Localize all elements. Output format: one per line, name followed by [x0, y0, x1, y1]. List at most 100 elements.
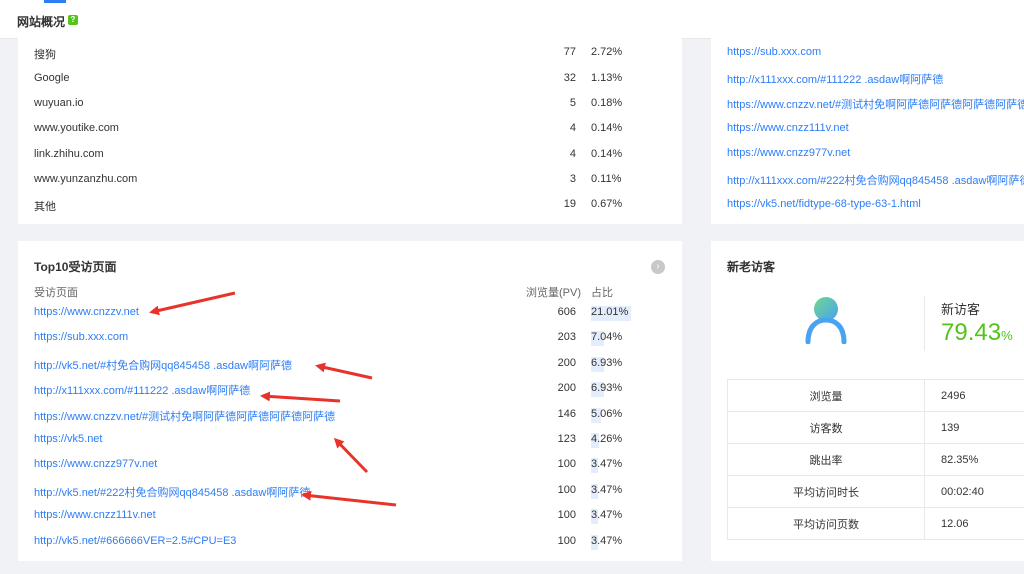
referrer-name: wuyuan.io [34, 97, 84, 109]
user-avatar-icon [805, 297, 847, 344]
top10-pct: 3.47% [591, 483, 623, 496]
referrer-row: 其他 19 0.67% [18, 198, 682, 214]
top10-pv: 123 [557, 433, 576, 445]
top10-page-link[interactable]: https://www.cnzz977v.net [34, 458, 157, 470]
top10-pct: 6.93% [591, 382, 623, 395]
referrer-count: 4 [569, 122, 576, 134]
top10-page-link[interactable]: https://vk5.net [34, 433, 102, 445]
referrer-pct: 0.67% [591, 198, 623, 210]
top10-pages-panel: Top10受访页面 › 受访页面 浏览量(PV) 占比 https://www.… [18, 241, 682, 561]
stat-value: 82.35% [924, 443, 1024, 476]
top10-row: https://www.cnzzv.net 606 21.01% [18, 306, 682, 322]
url-link[interactable]: https://www.cnzzv.net/#测试村免啊阿萨德阿萨德阿萨德阿萨德 [727, 96, 1024, 112]
url-list-panel: https://sub.xxx.com http://x111xxx.com/#… [711, 38, 1024, 224]
stats-row: 平均访问时长 00:02:40 [727, 475, 1024, 508]
top10-page-link[interactable]: https://www.cnzzv.net [34, 306, 139, 318]
top10-row: http://vk5.net/#222村免合购网qq845458 .asdaw啊… [18, 483, 682, 500]
top10-page-link[interactable]: http://x111xxx.com/#111222 .asdaw啊阿萨德 [34, 382, 250, 398]
referrer-name: Google [34, 72, 70, 84]
referrer-count: 19 [563, 198, 576, 210]
top10-pct: 21.01% [591, 306, 629, 318]
top10-pct: 5.06% [591, 407, 623, 420]
stat-label: 跳出率 [727, 443, 925, 476]
help-badge-icon[interactable]: ? [68, 15, 78, 25]
top10-pv: 100 [557, 534, 576, 547]
top-bar: 网站概况 ? [0, 0, 1024, 39]
top10-page-link[interactable]: https://sub.xxx.com [34, 331, 128, 343]
top10-row: http://vk5.net/#666666VER=2.5#CPU=E3 100 3… [18, 534, 682, 551]
referrer-row: www.youtike.com 4 0.14% [18, 122, 682, 138]
referrer-pct: 0.11% [591, 173, 622, 185]
referrer-row: 搜狗 77 2.72% [18, 46, 682, 62]
referrer-pct: 0.14% [591, 122, 623, 134]
top10-pv: 606 [557, 306, 576, 318]
referrer-name: www.yunzanzhu.com [34, 173, 138, 185]
new-visitor-label: 新访客 [941, 302, 981, 317]
top10-page-link[interactable]: https://www.cnzz111v.net [34, 509, 156, 521]
referrer-name: www.youtike.com [34, 122, 119, 134]
referrer-pct: 0.14% [591, 148, 623, 160]
top10-pct: 3.47% [591, 534, 623, 547]
stat-value: 00:02:40 [924, 475, 1024, 508]
new-visitor-value: 79.43% [941, 319, 1013, 347]
new-visitor-unit: % [1001, 328, 1013, 343]
stat-value: 2496 [924, 379, 1024, 412]
referrer-count: 5 [569, 97, 576, 109]
page-title: 网站概况 [17, 15, 66, 29]
top10-pv: 200 [557, 382, 576, 395]
url-link[interactable]: https://vk5.net/fidtype-68-type-63-1.htm… [727, 198, 921, 210]
referrer-row: Google 32 1.13% [18, 72, 682, 88]
referrer-name: link.zhihu.com [34, 148, 104, 160]
stats-row: 访客数 139 [727, 411, 1024, 444]
new-visitor-number: 79.43 [941, 319, 1002, 346]
top10-pv: 146 [557, 407, 576, 420]
top10-pct: 3.47% [591, 509, 623, 522]
top10-pv: 100 [557, 483, 576, 496]
stats-row: 平均访问页数 12.06 [727, 507, 1024, 540]
chevron-right-icon[interactable]: › [651, 260, 665, 274]
stat-label: 浏览量 [727, 379, 925, 412]
top10-row: http://x111xxx.com/#111222 .asdaw啊阿萨德 200… [18, 382, 682, 398]
top10-pv: 200 [557, 356, 576, 369]
top10-page-link[interactable]: http://vk5.net/#666666VER=2.5#CPU=E3 [34, 535, 236, 547]
visitor-stats-table: 浏览量 2496 访客数 139 跳出率 82.35% 平均访问时长 00:02… [727, 379, 1024, 540]
url-link[interactable]: https://sub.xxx.com [727, 46, 821, 58]
top10-row: https://vk5.net 123 4.26% [18, 433, 682, 449]
divider [924, 296, 925, 351]
referrer-name: 其他 [34, 201, 56, 213]
referrer-count: 32 [563, 72, 576, 84]
top10-pv: 203 [557, 331, 576, 344]
top10-pv: 100 [557, 509, 576, 522]
top10-page-link[interactable]: http://vk5.net/#222村免合购网qq845458 .asdaw啊… [34, 484, 310, 500]
top10-row: https://www.cnzzv.net/#测试村免啊阿萨德阿萨德阿萨德阿萨德… [18, 407, 682, 424]
url-link[interactable]: https://www.cnzz111v.net [727, 122, 849, 134]
stats-row: 跳出率 82.35% [727, 443, 1024, 476]
url-link[interactable]: https://www.cnzz977v.net [727, 147, 850, 159]
url-link[interactable]: http://x111xxx.com/#222村免合购网qq845458 .as… [727, 172, 1024, 188]
visitor-title: 新老访客 [727, 260, 776, 274]
url-link[interactable]: http://x111xxx.com/#111222 .asdaw啊阿萨德 [727, 71, 943, 87]
top10-page-link[interactable]: https://www.cnzzv.net/#测试村免啊阿萨德阿萨德阿萨德阿萨德 [34, 408, 335, 424]
top10-row: https://sub.xxx.com 203 7.04% [18, 331, 682, 347]
stat-value: 12.06 [924, 507, 1024, 540]
stat-label: 平均访问时长 [727, 475, 925, 508]
column-header-pct: 占比 [591, 287, 613, 299]
top10-page-link[interactable]: http://vk5.net/#村免合购网qq845458 .asdaw啊阿萨德 [34, 357, 292, 373]
top10-pct: 7.04% [591, 331, 623, 344]
active-tab-indicator [44, 0, 66, 3]
referrer-row: www.yunzanzhu.com 3 0.11% [18, 173, 682, 189]
referrer-pct: 0.18% [591, 97, 623, 109]
referrer-pct: 2.72% [591, 46, 623, 58]
top10-pct: 4.26% [591, 433, 623, 445]
referrer-count: 3 [569, 173, 576, 185]
top10-pct: 3.47% [591, 458, 623, 471]
stat-value: 139 [924, 411, 1024, 444]
top10-pv: 100 [557, 458, 576, 471]
referrer-name: 搜狗 [34, 49, 56, 61]
referrer-panel: 搜狗 77 2.72% Google 32 1.13% wuyuan.io 5 … [18, 38, 682, 224]
column-header-pv: 浏览量(PV) [526, 287, 581, 299]
top10-pct: 6.93% [591, 356, 623, 369]
stat-label: 平均访问页数 [727, 507, 925, 540]
referrer-count: 4 [569, 148, 576, 160]
referrer-row: link.zhihu.com 4 0.14% [18, 148, 682, 164]
